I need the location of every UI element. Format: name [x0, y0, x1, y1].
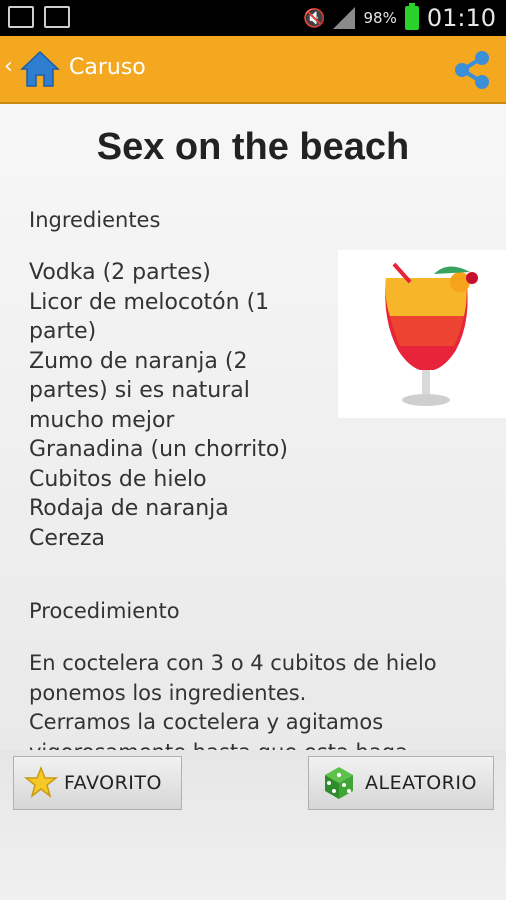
random-label: ALEATORIO	[365, 772, 477, 794]
gallery-notification-icon	[8, 6, 34, 28]
app-title[interactable]: Caruso	[69, 55, 146, 80]
star-icon	[24, 766, 58, 798]
back-chevron-icon[interactable]: ‹	[4, 54, 13, 79]
ingredient-item: Zumo de naranja (2 partes) si es natural…	[29, 348, 250, 433]
random-button[interactable]: ALEATORIO	[308, 756, 494, 810]
procedure-line: Cerramos la coctelera y agitamos vigoros…	[29, 710, 408, 750]
battery-percent: 98%	[363, 9, 397, 27]
cocktail-image	[338, 250, 506, 418]
clock: 01:10	[426, 4, 496, 32]
favorite-label: FAVORITO	[64, 772, 162, 794]
ingredient-item: Licor de melocotón (1 parte)	[29, 289, 270, 345]
recipe-title: Sex on the beach	[96, 126, 410, 168]
bag-notification-icon	[44, 6, 70, 28]
ingredient-item: Granadina (un chorrito)	[29, 437, 288, 462]
ingredients-heading: Ingredientes	[29, 208, 161, 232]
ingredients-list: Vodka (2 partes) Licor de melocotón (1 p…	[29, 258, 329, 553]
status-bar: 🔇 98% 01:10	[0, 0, 506, 36]
ingredient-item: Cubitos de hielo	[29, 466, 207, 492]
ingredient-item: Vodka (2 partes)	[29, 260, 211, 285]
share-icon[interactable]	[452, 50, 492, 90]
signal-icon	[333, 7, 356, 29]
favorite-button[interactable]: FAVORITO	[13, 756, 182, 810]
mute-icon: 🔇	[303, 7, 326, 29]
dice-icon	[325, 767, 353, 799]
ingredient-item: Rodaja de naranja	[29, 496, 229, 521]
home-icon[interactable]	[20, 50, 60, 88]
procedure-heading: Procedimiento	[29, 599, 180, 623]
battery-icon	[404, 3, 419, 30]
procedure-line: En coctelera con 3 o 4 cubitos de hielo …	[29, 651, 437, 705]
recipe-content[interactable]: Sex on the beach Ingredientes Vodka (2 p…	[0, 104, 506, 750]
procedure-text: En coctelera con 3 o 4 cubitos de hielo …	[29, 649, 489, 750]
app-bar: ‹ Caruso	[0, 36, 506, 104]
ingredient-item: Cereza	[29, 525, 106, 551]
